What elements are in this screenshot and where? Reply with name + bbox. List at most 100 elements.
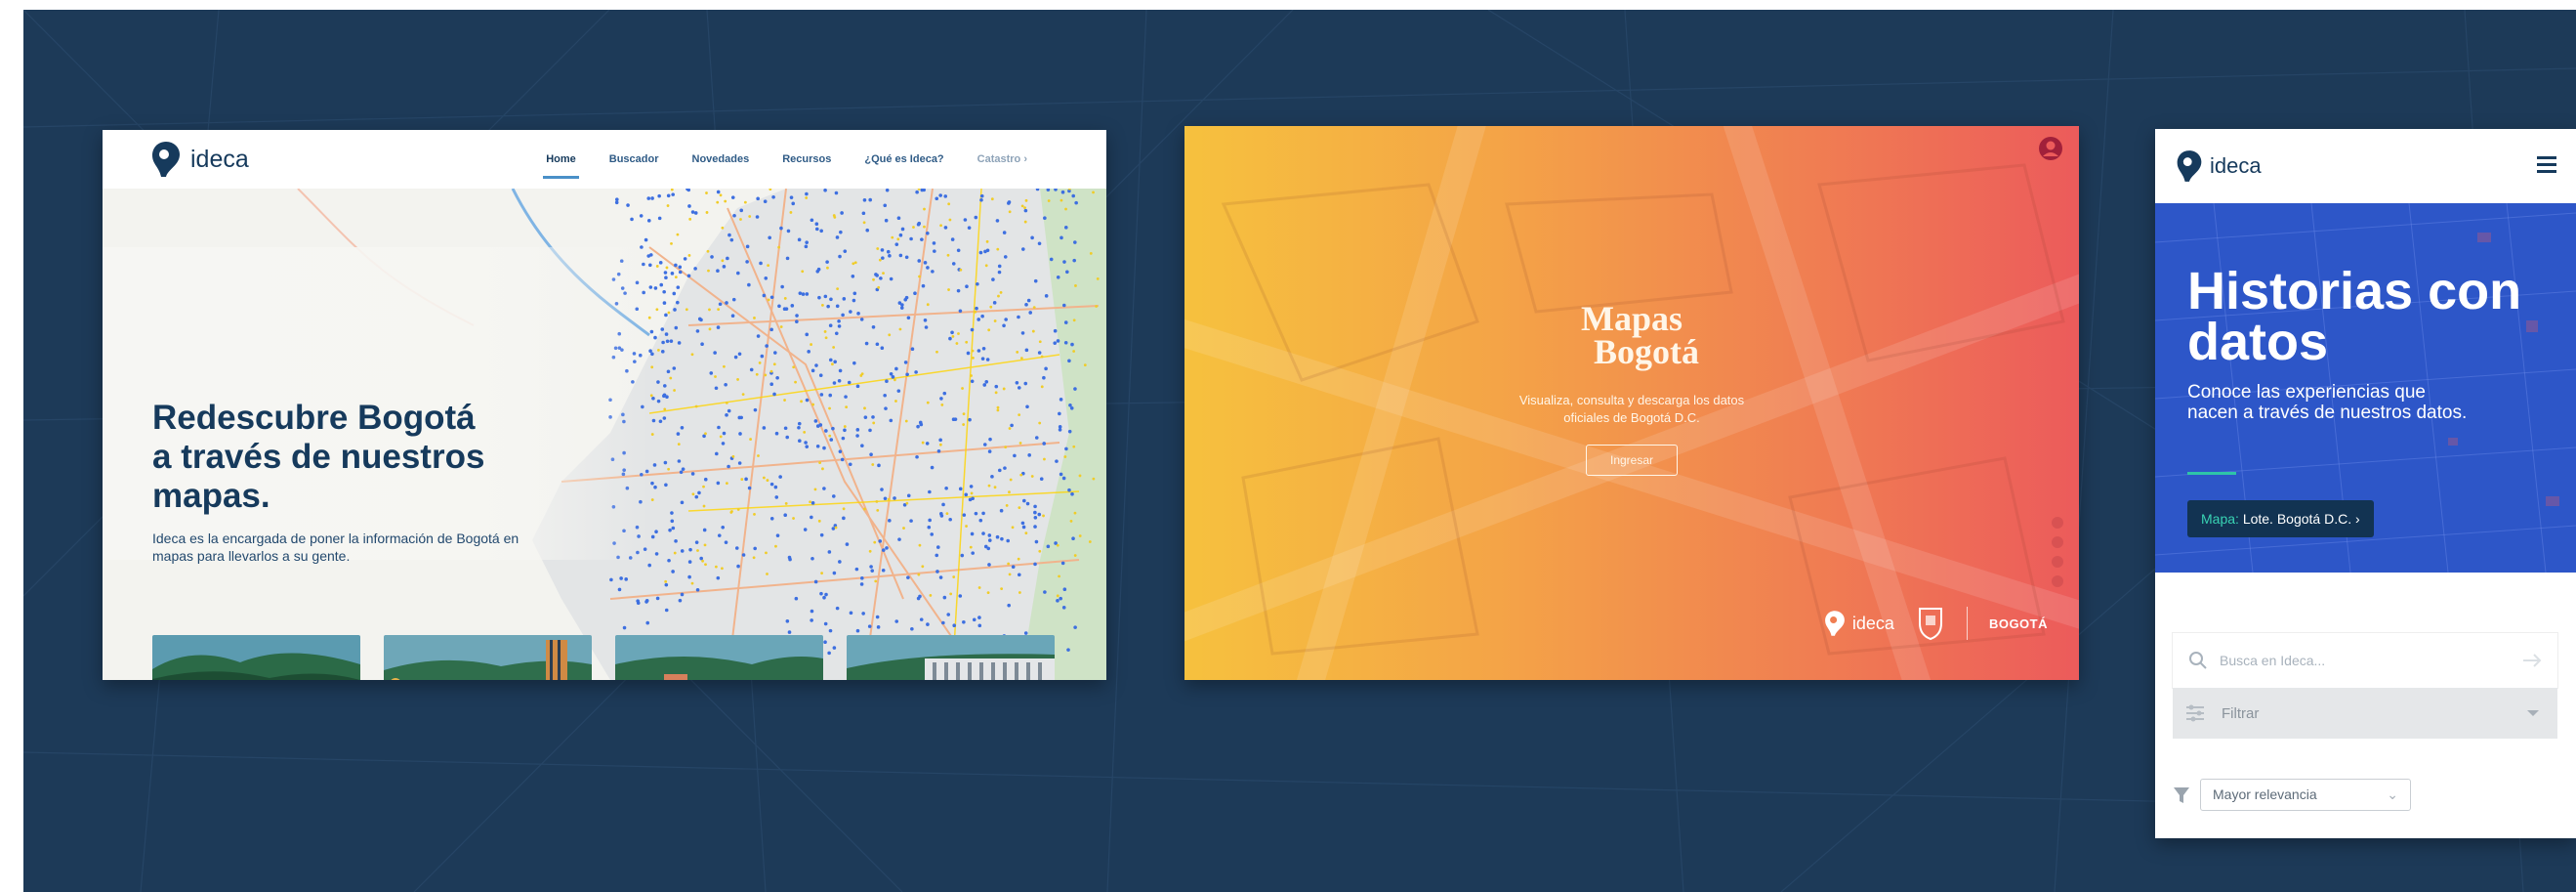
map-point [729, 237, 734, 242]
map-point-yellow [772, 362, 776, 366]
ingresar-button[interactable]: Ingresar [1585, 445, 1679, 476]
map-point [644, 237, 648, 242]
map-point [885, 189, 890, 192]
map-point-yellow [821, 303, 824, 307]
map-point [927, 525, 932, 530]
map-point [964, 492, 969, 497]
map-point [958, 594, 963, 598]
map-point [731, 297, 736, 302]
map-point-yellow [918, 275, 921, 278]
nav-home[interactable]: Home [529, 130, 593, 189]
nav-novedades[interactable]: Novedades [676, 130, 767, 189]
map-link-button[interactable]: Mapa: Lote. Bogotá D.C. › [2187, 500, 2374, 537]
map-point [1061, 606, 1066, 610]
map-point [614, 200, 619, 205]
map-point [727, 408, 731, 413]
map-point-yellow [996, 408, 1000, 412]
stadium-thumbnail[interactable] [847, 635, 1055, 680]
mobile-header: ideca [2155, 129, 2576, 203]
map-point [943, 194, 948, 198]
map-point [666, 193, 671, 198]
nav-que-es-ideca[interactable]: ¿Qué es Ideca? [848, 130, 960, 189]
map-point [1002, 231, 1007, 234]
user-account-icon[interactable] [2038, 136, 2063, 161]
map-point [650, 196, 654, 200]
search-input[interactable]: Busca en Ideca... [2220, 653, 2522, 668]
map-point-yellow [696, 549, 699, 552]
map-point-yellow [792, 365, 796, 369]
search-bar[interactable]: Busca en Ideca... [2173, 633, 2557, 688]
map-point [824, 592, 828, 597]
map-point [1006, 538, 1011, 543]
nav-buscador[interactable]: Buscador [593, 130, 676, 189]
map-point [977, 616, 981, 619]
map-point [1015, 381, 1019, 385]
map-point-yellow [650, 433, 654, 436]
map-point [1073, 387, 1077, 391]
map-point [648, 285, 653, 289]
map-point [946, 613, 951, 616]
map-point [1058, 425, 1062, 429]
map-point [935, 545, 940, 549]
ideca-pin-icon [1825, 611, 1845, 636]
map-point [794, 596, 799, 601]
map-point-yellow [824, 336, 828, 340]
map-point-yellow [862, 221, 866, 225]
map-point [904, 295, 909, 300]
map-point-yellow [876, 509, 880, 512]
map-control-dot[interactable] [2052, 556, 2063, 568]
map-point [894, 366, 898, 371]
map-point-yellow [874, 579, 878, 583]
map-point-yellow [803, 431, 807, 434]
nav-recursos[interactable]: Recursos [766, 130, 848, 189]
map-point-yellow [989, 305, 993, 309]
nav-catastro[interactable]: Catastro › [961, 130, 1044, 189]
map-point [969, 485, 974, 488]
map-point [798, 291, 803, 295]
map-point [990, 475, 994, 479]
map-point-yellow [821, 467, 824, 471]
map-control-dot[interactable] [2052, 536, 2063, 548]
map-point [1073, 625, 1077, 629]
map-point [810, 609, 814, 614]
ideca-logo[interactable]: ideca [149, 140, 249, 179]
arrow-right-icon[interactable] [2522, 654, 2542, 667]
map-point-yellow [957, 332, 960, 335]
map-point [859, 318, 864, 321]
map-point [840, 457, 845, 462]
map-point [630, 217, 634, 222]
map-point [741, 553, 746, 557]
map-point [985, 358, 990, 361]
map-point [1017, 315, 1020, 319]
map-point [661, 340, 665, 345]
map-point-yellow [691, 492, 695, 496]
map-control-dot[interactable] [2052, 575, 2063, 587]
map-point-yellow [777, 245, 781, 249]
map-point [1044, 294, 1049, 298]
map-point-yellow [893, 378, 896, 382]
map-point-yellow [674, 276, 678, 279]
map-point [785, 618, 790, 623]
map-point [718, 302, 723, 307]
sort-select[interactable]: Mayor relevancia ⌄ [2200, 779, 2411, 811]
map-point [1071, 193, 1076, 198]
map-point-yellow [887, 497, 891, 501]
map-point-yellow [842, 507, 846, 511]
map-point-yellow [707, 269, 710, 273]
map-point [804, 441, 808, 445]
map-point-yellow [1018, 506, 1021, 510]
map-point [880, 488, 884, 491]
hamburger-menu-icon[interactable] [2537, 156, 2556, 177]
map-point-yellow [687, 254, 691, 257]
landscape-thumbnail[interactable] [152, 635, 360, 680]
map-point [997, 270, 1002, 275]
filter-bar[interactable]: Filtrar [2173, 688, 2557, 739]
map-point [810, 368, 815, 373]
map-point [1056, 599, 1059, 603]
map-point [841, 436, 846, 441]
buildings-thumbnail[interactable] [615, 635, 823, 680]
map-control-dot[interactable] [2052, 517, 2063, 529]
map-point [626, 203, 630, 207]
city-thumbnail[interactable] [384, 635, 592, 680]
ideca-logo[interactable]: ideca [2175, 149, 2262, 184]
